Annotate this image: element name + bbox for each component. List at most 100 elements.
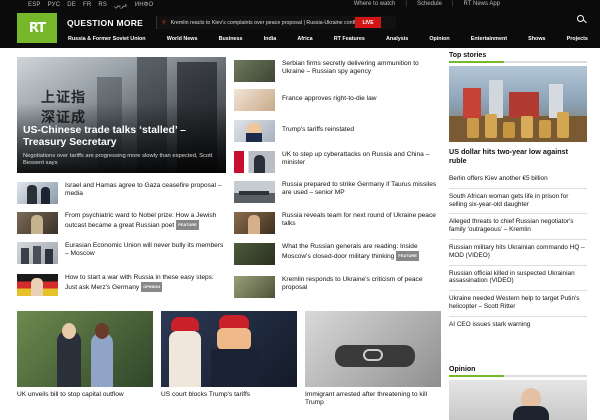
card-caption[interactable]: UK unveils bill to stop capital outflow xyxy=(17,391,153,399)
story-card[interactable]: UK unveils bill to stop capital outflow xyxy=(17,311,153,399)
list-item[interactable]: Alleged threats to chief Russian negotia… xyxy=(449,213,587,239)
language-switcher: ESP РУС DE FR RS عربي ИНФО xyxy=(28,2,153,9)
opinion-image[interactable] xyxy=(449,380,587,420)
list-item[interactable]: South African woman gets life in prison … xyxy=(449,187,587,214)
lang-link[interactable]: DE xyxy=(67,2,76,9)
list-item[interactable]: From psychiatric ward to Nobel prize: Ho… xyxy=(17,212,226,234)
feature-badge: FEATURE xyxy=(176,220,199,230)
card-caption[interactable]: Immigrant arrested after threatening to … xyxy=(305,391,441,407)
feature-badge: FEATURE xyxy=(396,251,419,261)
opinion-panel: Opinion xyxy=(449,366,587,420)
card-row: UK unveils bill to stop capital outflow … xyxy=(17,311,441,411)
list-item[interactable]: UK to step up cyberattacks on Russia and… xyxy=(234,151,438,173)
nav-item-world-news[interactable]: World News xyxy=(167,36,198,46)
list-item[interactable]: What the Russian generals are reading: I… xyxy=(234,243,438,265)
nav-item-projects[interactable]: Projects xyxy=(567,36,588,46)
headline[interactable]: Trump's tariffs reinstated xyxy=(282,120,354,142)
thumbnail xyxy=(234,181,275,203)
nav-item-business[interactable]: Business xyxy=(219,36,243,46)
list-item[interactable]: Kremlin responds to Ukraine's criticism … xyxy=(234,276,438,298)
story-card[interactable]: US court blocks Trump's tariffs xyxy=(161,311,297,399)
nav-item-india[interactable]: India xyxy=(264,36,277,46)
headline[interactable]: Russia reveals team for next round of Uk… xyxy=(282,212,438,234)
lang-link[interactable]: RS xyxy=(98,2,107,9)
hero-subtitle: Negotiations over tariffs are progressin… xyxy=(23,153,213,166)
headline[interactable]: Israel and Hamas agree to Gaza ceasefire… xyxy=(65,182,226,204)
thumbnail xyxy=(17,242,58,264)
headline[interactable]: Russia prepared to strike Germany if Tau… xyxy=(282,181,438,203)
nav-item-analysis[interactable]: Analysis xyxy=(386,36,408,46)
thumbnail xyxy=(234,276,275,298)
opinion-badge: OPINION xyxy=(141,282,163,292)
top-story-image[interactable] xyxy=(449,66,587,142)
thumbnail xyxy=(234,89,275,111)
list-item[interactable]: Berlin offers Kiev another €5 billion xyxy=(449,171,587,188)
opinion-heading: Opinion xyxy=(449,366,476,373)
hero-story[interactable]: 上证指 深证成 US-Chinese trade talks ‘stalled’… xyxy=(17,57,226,173)
thumbnail xyxy=(234,212,275,234)
nav-item-africa[interactable]: Africa xyxy=(297,36,312,46)
list-item[interactable]: Russian official killed in suspected Ukr… xyxy=(449,264,587,291)
thumbnail xyxy=(234,151,275,173)
thumbnail xyxy=(17,274,58,296)
divider: | xyxy=(451,1,454,7)
nav-item-russia[interactable]: Russia & Former Soviet Union xyxy=(68,36,146,46)
thumbnail xyxy=(234,60,275,82)
nav-item-entertainment[interactable]: Entertainment xyxy=(471,36,507,46)
where-to-watch-link[interactable]: Where to watch xyxy=(354,1,396,7)
lightning-icon: ⚡ xyxy=(161,18,167,27)
list-item[interactable]: Serbian firms secretly delivering ammuni… xyxy=(234,60,438,82)
divider: | xyxy=(405,1,407,7)
headline[interactable]: UK to step up cyberattacks on Russia and… xyxy=(282,151,438,173)
list-item[interactable]: Israel and Hamas agree to Gaza ceasefire… xyxy=(17,182,226,204)
list-item[interactable]: Russia prepared to strike Germany if Tau… xyxy=(234,181,438,203)
schedule-link[interactable]: Schedule xyxy=(417,1,442,7)
nav-item-rt-features[interactable]: RT Features xyxy=(334,36,365,46)
headline[interactable]: Eurasian Economic Union will never bully… xyxy=(65,242,226,264)
top-stories-panel: Top stories US dollar hits two-year low … xyxy=(449,52,587,334)
list-item[interactable]: AI CEO issues stark warning xyxy=(449,315,587,334)
lang-link[interactable]: FR xyxy=(83,2,91,9)
list-item[interactable]: Ukraine needed Western help to target Pu… xyxy=(449,290,587,316)
top-links: Where to watch | Schedule | RT News App xyxy=(354,1,500,7)
main-nav: Russia & Former Soviet Union World News … xyxy=(68,36,588,46)
headline[interactable]: How to start a war with Russia in these … xyxy=(65,274,226,296)
lang-link[interactable]: ИНФО xyxy=(135,2,154,9)
list-item[interactable]: Eurasian Economic Union will never bully… xyxy=(17,242,226,264)
top-stories-list: Berlin offers Kiev another €5 billion So… xyxy=(449,171,587,334)
headline[interactable]: France approves right-to-die law xyxy=(282,89,377,111)
list-item[interactable]: How to start a war with Russia in these … xyxy=(17,274,226,296)
list-item[interactable]: Russian military hits Ukrainian commando… xyxy=(449,238,587,265)
headline[interactable]: What the Russian generals are reading: I… xyxy=(282,243,438,265)
divider xyxy=(449,61,587,63)
top-stories-heading: Top stories xyxy=(449,52,487,59)
card-image xyxy=(161,311,297,387)
search-icon[interactable] xyxy=(577,15,587,25)
card-caption[interactable]: US court blocks Trump's tariffs xyxy=(161,391,297,399)
rt-logo[interactable]: RT xyxy=(17,13,57,43)
top-story-lead[interactable]: US dollar hits two-year low against rubl… xyxy=(449,147,587,165)
headline-text[interactable]: How to start a war with Russia in these … xyxy=(65,274,214,291)
thumbnail xyxy=(234,243,275,265)
thumbnail xyxy=(17,212,58,234)
headline[interactable]: Kremlin responds to Ukraine's criticism … xyxy=(282,276,438,298)
nav-item-opinion[interactable]: Opinion xyxy=(429,36,449,46)
list-item[interactable]: Trump's tariffs reinstated xyxy=(234,120,438,142)
nav-item-shows[interactable]: Shows xyxy=(528,36,545,46)
lang-link[interactable]: ESP xyxy=(28,2,41,9)
live-button[interactable]: LIVE xyxy=(355,17,381,28)
divider xyxy=(449,375,587,377)
lang-link[interactable]: عربي xyxy=(114,2,128,9)
headline[interactable]: Serbian firms secretly delivering ammuni… xyxy=(282,60,438,82)
lang-link[interactable]: РУС xyxy=(48,2,61,9)
story-card[interactable]: Immigrant arrested after threatening to … xyxy=(305,311,441,407)
list-item[interactable]: France approves right-to-die law xyxy=(234,89,438,111)
list-item[interactable]: Russia reveals team for next round of Uk… xyxy=(234,212,438,234)
rt-news-app-link[interactable]: RT News App xyxy=(464,1,500,7)
hero-title[interactable]: US-Chinese trade talks ‘stalled’ – Treas… xyxy=(23,125,223,149)
thumbnail xyxy=(234,120,275,142)
card-image xyxy=(17,311,153,387)
thumbnail xyxy=(17,182,58,204)
headline[interactable]: From psychiatric ward to Nobel prize: Ho… xyxy=(65,212,226,234)
tagline: QUESTION MORE xyxy=(67,18,144,28)
